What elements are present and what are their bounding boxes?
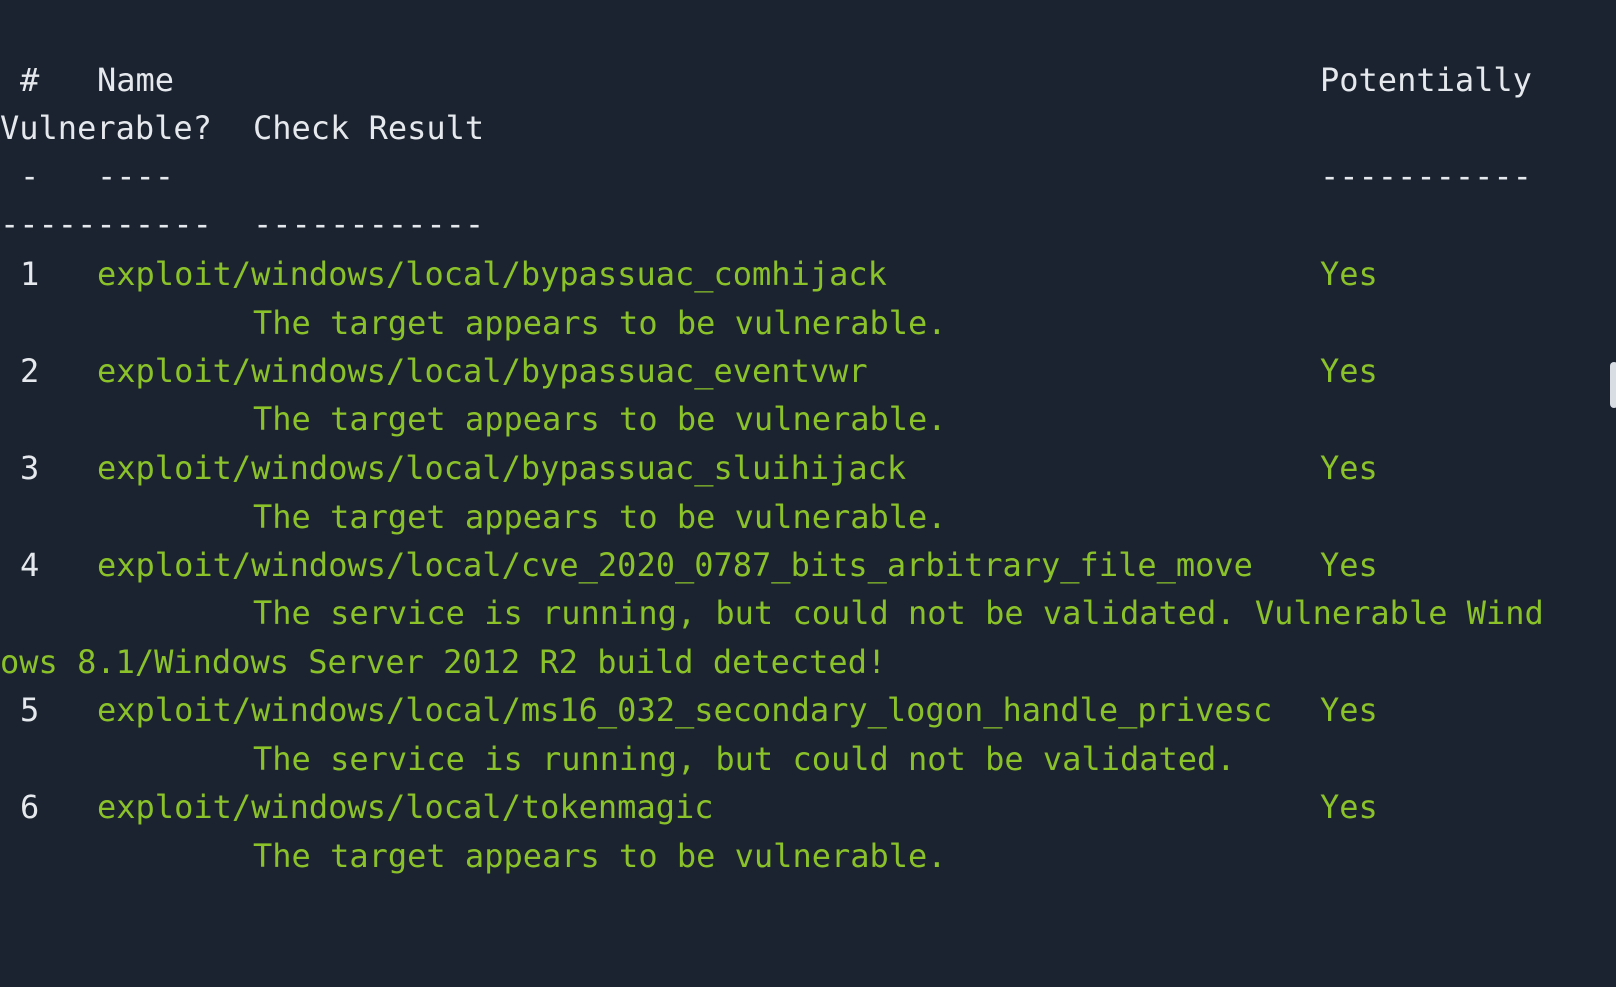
vulnerable-value: Yes [1320,352,1378,390]
exploit-name: exploit/windows/local/bypassuac_eventvwr [97,352,868,390]
vulnerable-value: Yes [1320,691,1378,729]
header-underline-row-2: ----------- ------------ [0,204,484,244]
check-result-text: The target appears to be vulnerable. [253,498,947,536]
terminal-output: # Name Potentially Vulnerable? Check Res… [0,0,1616,912]
check-result-text: The service is running, but could not be… [253,740,1236,778]
column-header-potentially: Potentially [1320,61,1532,99]
exploit-name: exploit/windows/local/tokenmagic [97,788,714,826]
check-result-underline: ------------ [253,205,485,243]
column-header-name: Name [97,61,175,99]
row-number: 6 [20,788,40,826]
exploit-name: exploit/windows/local/cve_2020_0787_bits… [97,546,1253,584]
check-result-text: The target appears to be vulnerable. [253,304,947,342]
exploit-name: exploit/windows/local/bypassuac_comhijac… [97,255,887,293]
table-row: 1 exploit/windows/local/bypassuac_comhij… [0,254,1378,294]
check-result-line: The service is running, but could not be… [0,593,1544,633]
table-row: 6 exploit/windows/local/tokenmagic Yes [0,787,1378,827]
table-row: 3 exploit/windows/local/bypassuac_sluihi… [0,448,1378,488]
row-number: 4 [20,546,40,584]
number-underline: - [20,157,40,195]
potentially-underline: ----------- [1320,157,1532,195]
exploit-name: exploit/windows/local/ms16_032_secondary… [97,691,1273,729]
check-result-line: The service is running, but could not be… [0,739,1236,779]
check-result-line: The target appears to be vulnerable. [0,399,947,439]
check-result-text: ows 8.1/Windows Server 2012 R2 build det… [0,643,887,681]
check-result-text: The target appears to be vulnerable. [253,400,947,438]
vulnerable-value: Yes [1320,546,1378,584]
check-result-line: ows 8.1/Windows Server 2012 R2 build det… [0,642,886,682]
exploit-name: exploit/windows/local/bypassuac_sluihija… [97,449,907,487]
row-number: 3 [20,449,40,487]
check-result-line: The target appears to be vulnerable. [0,836,947,876]
check-result-line: The target appears to be vulnerable. [0,497,947,537]
check-result-text: The target appears to be vulnerable. [253,837,947,875]
name-underline: ---- [97,157,175,195]
column-header-number: # [20,61,40,99]
scrollbar-thumb[interactable] [1610,362,1616,408]
header-row-2: Vulnerable? Check Result [0,108,484,148]
table-row: 4 exploit/windows/local/cve_2020_0787_bi… [0,545,1378,585]
check-result-text: The service is running, but could not be… [253,594,1544,632]
row-number: 5 [20,691,40,729]
check-result-line: The target appears to be vulnerable. [0,303,947,343]
column-header-check-result: Check Result [253,109,485,147]
row-number: 2 [20,352,40,390]
header-row-1: # Name Potentially [0,60,1532,100]
row-number: 1 [20,255,40,293]
vulnerable-value: Yes [1320,255,1378,293]
table-row: 5 exploit/windows/local/ms16_032_seconda… [0,690,1378,730]
terminal-window[interactable]: { "terminal": { "header": { "num_label":… [0,0,1616,912]
vulnerable-underline: ----------- [0,205,212,243]
column-header-vulnerable: Vulnerable? [0,109,212,147]
header-underline-row-1: - ---- ----------- [0,156,1532,196]
vulnerable-value: Yes [1320,449,1378,487]
vulnerable-value: Yes [1320,788,1378,826]
table-row: 2 exploit/windows/local/bypassuac_eventv… [0,351,1378,391]
